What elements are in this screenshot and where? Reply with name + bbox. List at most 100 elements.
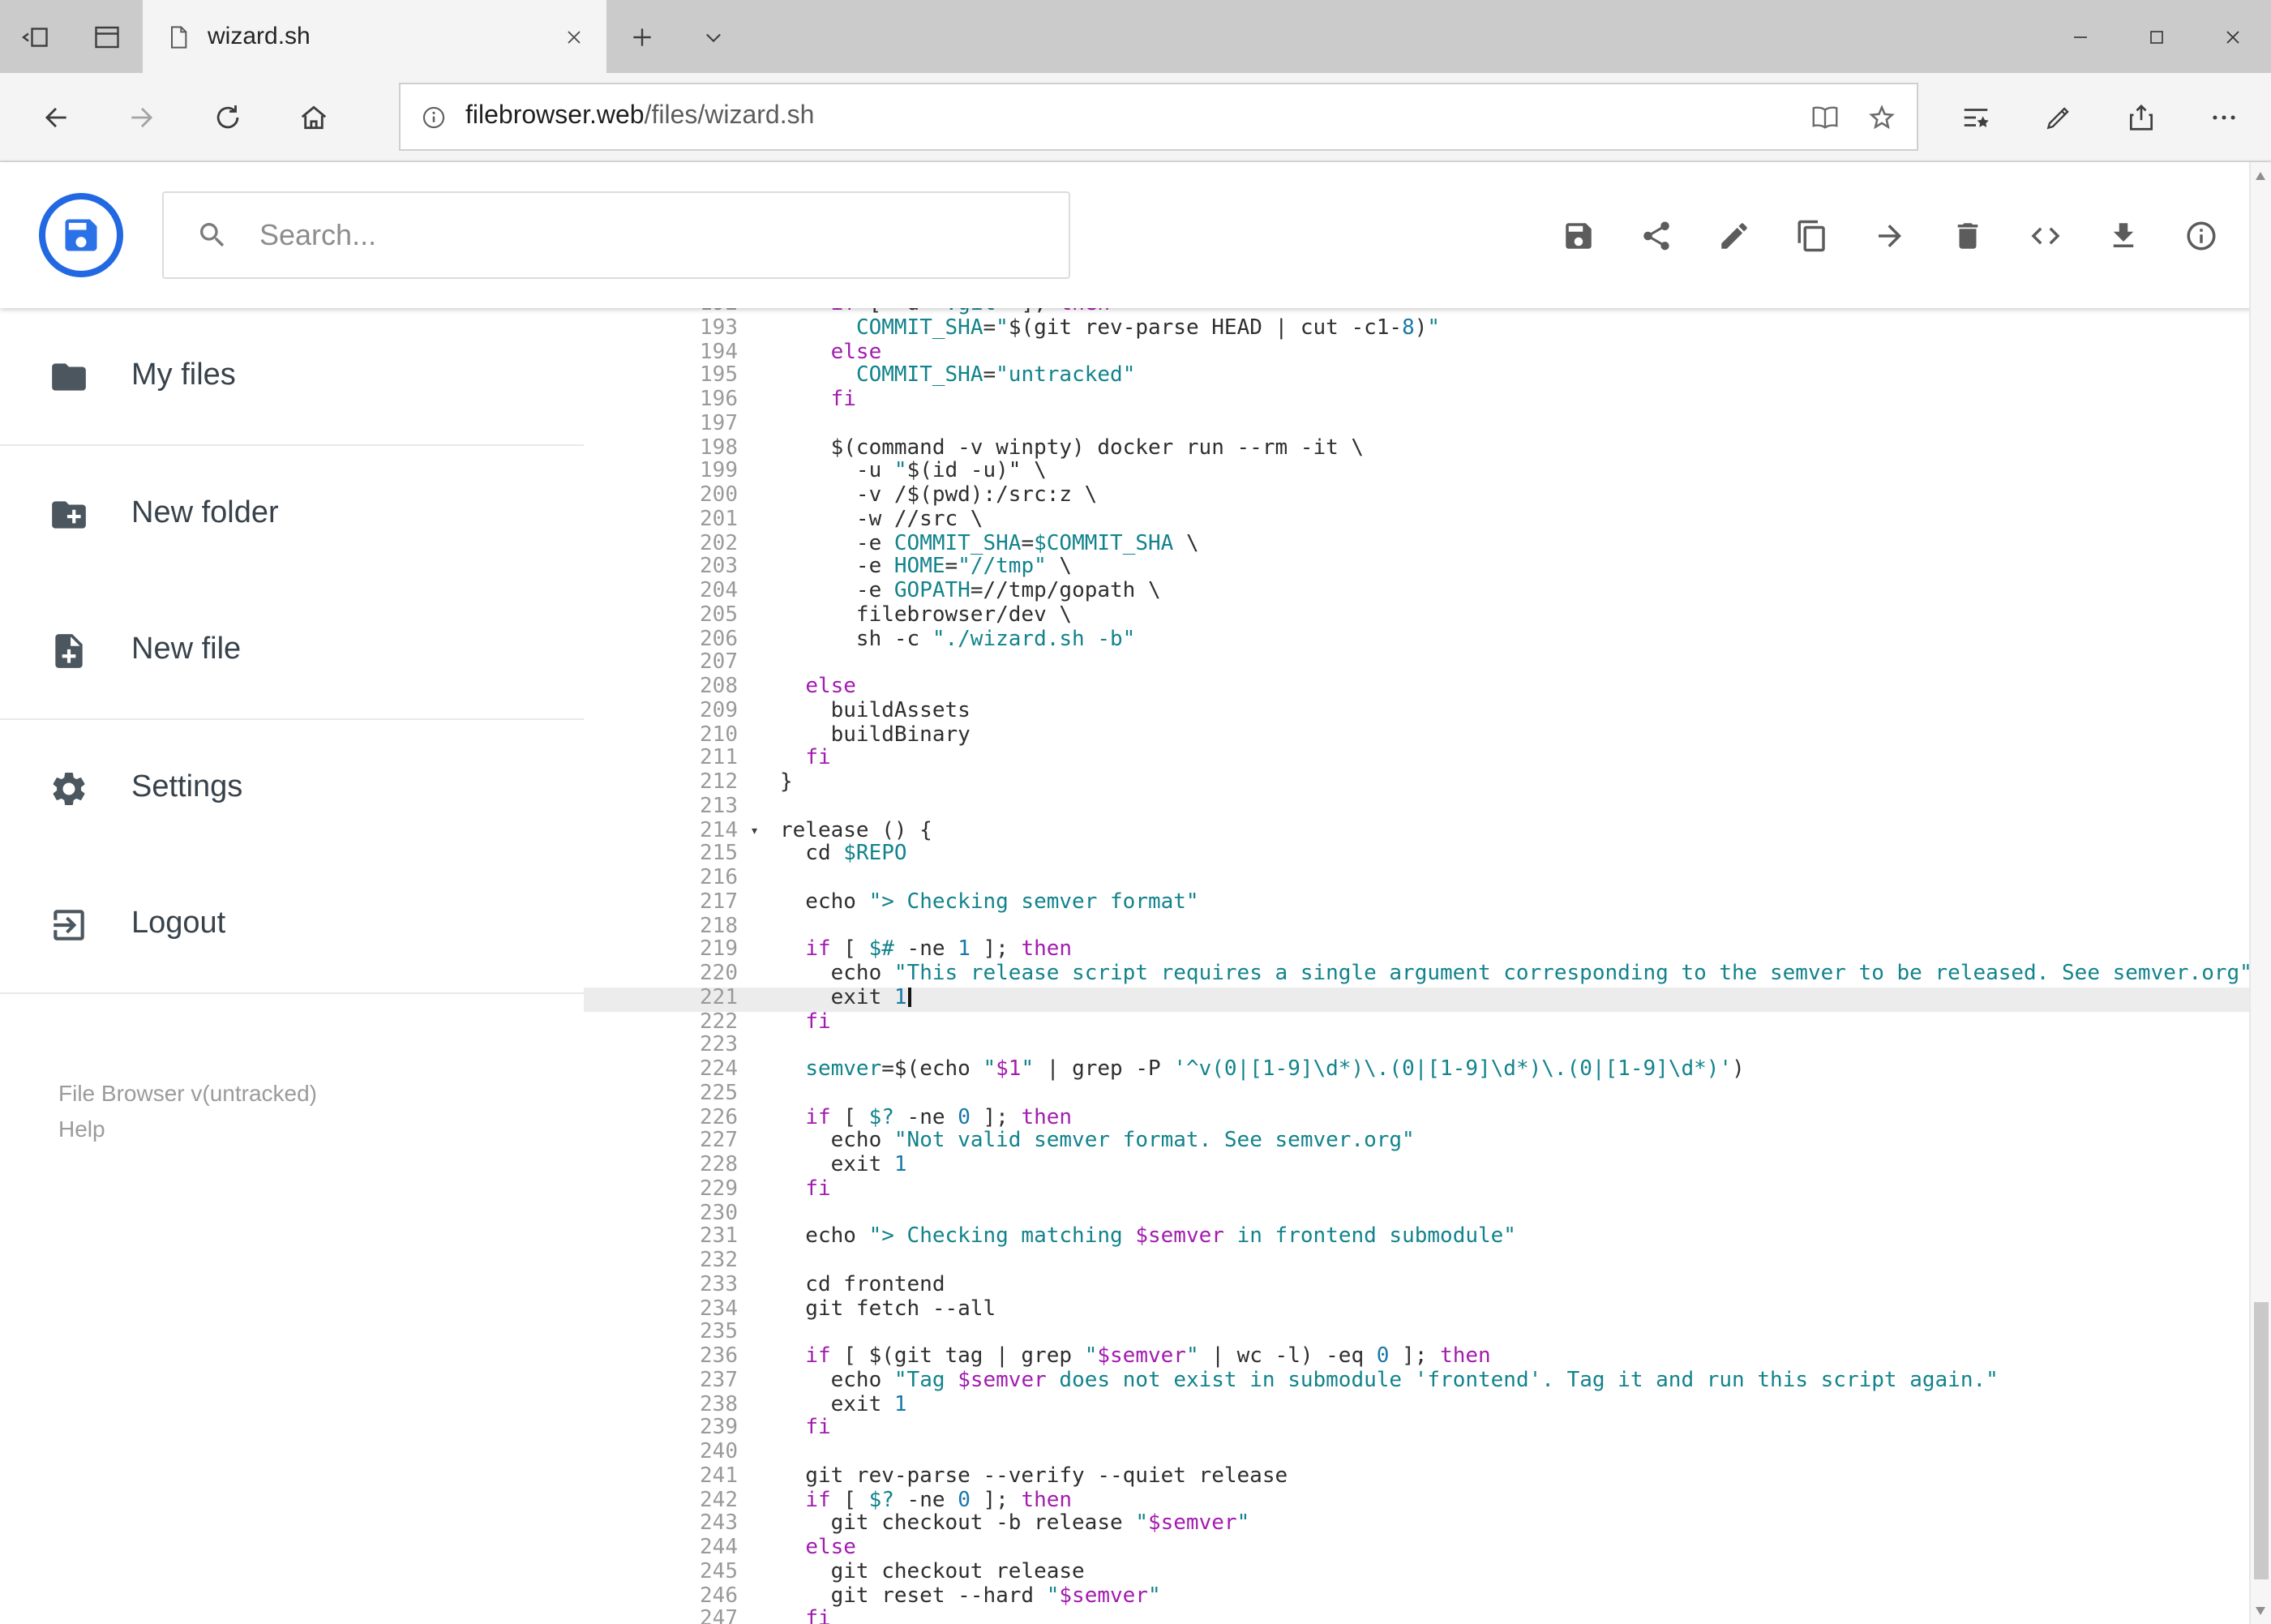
sidebar-item-new-folder[interactable]: New folder [0,446,584,582]
tab-preview-button[interactable] [71,0,143,73]
code-line-244[interactable]: 244 else [584,1536,2248,1562]
code-line-194[interactable]: 194 else [584,340,2248,366]
code-editor[interactable]: 192 if [ -d ".git" ]; then193 COMMIT_SHA… [584,308,2248,1624]
share-button[interactable] [1624,199,1687,271]
code-line-199[interactable]: 199 -u "$(id -u)" \ [584,460,2248,486]
code-line-234[interactable]: 234 git fetch --all [584,1296,2248,1322]
code-line-217[interactable]: 217 echo "> Checking semver format" [584,890,2248,916]
code-line-213[interactable]: 213 [584,795,2248,821]
code-line-239[interactable]: 239 fi [584,1416,2248,1442]
code-line-204[interactable]: 204 -e GOPATH=//tmp/gopath \ [584,579,2248,605]
sidebar-item-new-file[interactable]: New file [0,582,584,718]
code-line-236[interactable]: 236 if [ $(git tag | grep "$semver" | wc… [584,1344,2248,1370]
code-line-211[interactable]: 211 fi [584,747,2248,773]
code-line-201[interactable]: 201 -w //src \ [584,508,2248,533]
refresh-button[interactable] [185,81,271,152]
new-tab-button[interactable] [606,0,678,73]
minimize-button[interactable] [2042,0,2119,73]
code-line-233[interactable]: 233 cd frontend [584,1273,2248,1299]
code-line-232[interactable]: 232 [584,1249,2248,1275]
code-line-205[interactable]: 205 filebrowser/dev \ [584,603,2248,629]
rename-button[interactable] [1702,199,1765,271]
code-line-241[interactable]: 241 git rev-parse --verify --quiet relea… [584,1464,2248,1490]
scrollbar-thumb[interactable] [2253,1302,2268,1580]
code-line-202[interactable]: 202 -e COMMIT_SHA=$COMMIT_SHA \ [584,531,2248,557]
code-line-247[interactable]: 247 fi [584,1608,2248,1624]
code-line-221[interactable]: 221 exit 1 [584,986,2248,1011]
code-line-196[interactable]: 196 fi [584,388,2248,413]
close-window-button[interactable] [2195,0,2271,73]
code-line-214[interactable]: 214 ▾ release () { [584,818,2248,844]
code-line-193[interactable]: 193 COMMIT_SHA="$(git rev-parse HEAD | c… [584,316,2248,342]
info-circle-icon[interactable] [420,103,448,131]
code-line-227[interactable]: 227 echo "Not valid semver format. See s… [584,1129,2248,1155]
code-line-225[interactable]: 225 [584,1082,2248,1108]
web-note-button[interactable] [2016,81,2099,152]
code-line-203[interactable]: 203 -e HOME="//tmp" \ [584,555,2248,581]
sidebar-item-settings[interactable]: Settings [0,720,584,856]
code-line-245[interactable]: 245 git checkout release [584,1560,2248,1586]
search-box[interactable] [162,191,1070,279]
info-button[interactable] [2169,199,2232,271]
code-line-235[interactable]: 235 [584,1321,2248,1347]
tab-wizard-sh[interactable]: wizard.sh [143,0,606,73]
code-line-195[interactable]: 195 COMMIT_SHA="untracked" [584,364,2248,390]
code-line-207[interactable]: 207 [584,651,2248,677]
home-button[interactable] [271,81,357,152]
code-line-238[interactable]: 238 exit 1 [584,1392,2248,1418]
copy-button[interactable] [1780,199,1843,271]
code-line-240[interactable]: 240 [584,1440,2248,1466]
code-line-212[interactable]: 212} [584,770,2248,796]
tab-close-button[interactable] [555,17,593,56]
vertical-scrollbar[interactable] [2248,162,2271,1624]
forward-button[interactable] [99,81,185,152]
code-line-220[interactable]: 220 echo "This release script requires a… [584,962,2248,988]
code-line-226[interactable]: 226 if [ $? -ne 0 ]; then [584,1105,2248,1131]
code-line-224[interactable]: 224 semver=$(echo "$1" | grep -P '^v(0|[… [584,1057,2248,1083]
code-line-209[interactable]: 209 buildAssets [584,699,2248,725]
share-button[interactable] [2099,81,2182,152]
code-line-197[interactable]: 197 [584,412,2248,438]
maximize-button[interactable] [2119,0,2195,73]
url-text[interactable]: filebrowser.web/files/wizard.sh [465,102,814,131]
move-button[interactable] [1858,199,1921,271]
code-line-223[interactable]: 223 [584,1034,2248,1060]
delete-button[interactable] [1935,199,1999,271]
code-line-219[interactable]: 219 if [ $# -ne 1 ]; then [584,938,2248,964]
save-button[interactable] [1546,199,1609,271]
scroll-down-arrow[interactable] [2250,1598,2271,1622]
favorites-hub-button[interactable] [1934,81,2016,152]
code-line-222[interactable]: 222 fi [584,1009,2248,1035]
download-button[interactable] [2091,199,2154,271]
help-link[interactable]: Help [58,1112,584,1148]
filebrowser-logo[interactable] [39,193,123,277]
code-line-210[interactable]: 210 buildBinary [584,722,2248,748]
scroll-up-arrow[interactable] [2250,164,2271,188]
code-line-206[interactable]: 206 sh -c "./wizard.sh -b" [584,627,2248,653]
code-line-243[interactable]: 243 git checkout -b release "$semver" [584,1512,2248,1538]
more-options-button[interactable] [2182,81,2265,152]
fold-marker-icon[interactable]: ▾ [750,820,759,844]
editor-button[interactable] [2013,199,2076,271]
address-bar[interactable]: filebrowser.web/files/wizard.sh [399,83,1917,151]
code-line-237[interactable]: 237 echo "Tag $semver does not exist in … [584,1369,2248,1395]
code-line-230[interactable]: 230 [584,1201,2248,1227]
code-line-229[interactable]: 229 fi [584,1177,2248,1203]
code-line-231[interactable]: 231 echo "> Checking matching $semver in… [584,1225,2248,1251]
code-line-198[interactable]: 198 $(command -v winpty) docker run --rm… [584,435,2248,461]
sidebar-item-my-files[interactable]: My files [0,308,584,444]
code-line-208[interactable]: 208 else [584,675,2248,701]
code-line-216[interactable]: 216 [584,866,2248,892]
code-line-228[interactable]: 228 exit 1 [584,1153,2248,1179]
code-line-200[interactable]: 200 -v /$(pwd):/src:z \ [584,483,2248,509]
code-line-218[interactable]: 218 [584,914,2248,940]
code-line-242[interactable]: 242 if [ $? -ne 0 ]; then [584,1488,2248,1514]
tabs-aside-button[interactable] [0,0,71,73]
search-input[interactable] [256,216,1069,254]
reading-view-icon[interactable] [1809,101,1840,132]
code-line-246[interactable]: 246 git reset --hard "$semver" [584,1583,2248,1609]
tab-previews-toggle-button[interactable] [678,0,749,73]
add-favorite-star-icon[interactable] [1866,101,1896,132]
sidebar-item-logout[interactable]: Logout [0,856,584,992]
back-button[interactable] [13,81,99,152]
